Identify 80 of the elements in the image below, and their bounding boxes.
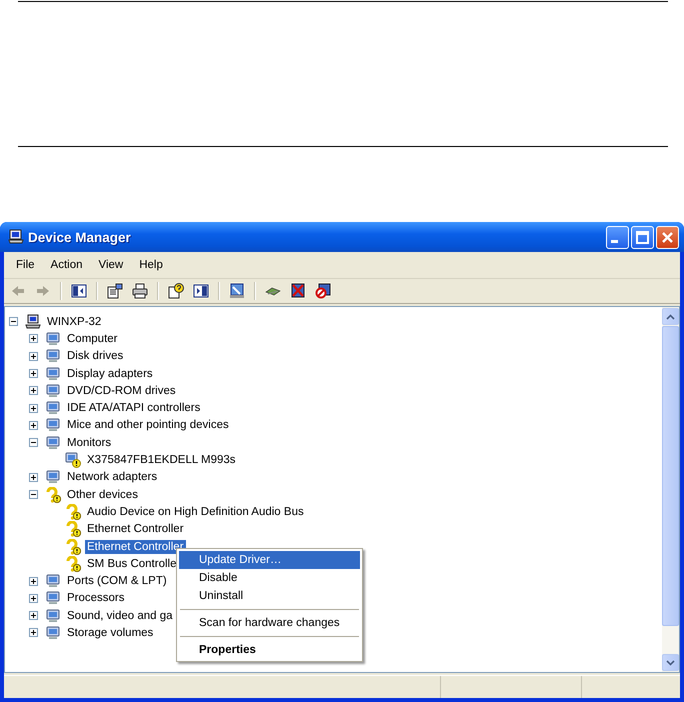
tree-item[interactable]: SM Bus Controlle [85,556,178,571]
question-mark-icon [45,486,61,503]
expand-icon[interactable] [29,369,38,378]
vertical-scrollbar[interactable] [662,307,679,672]
device-icon [45,624,61,641]
maximize-button[interactable] [631,226,654,248]
tree-item[interactable]: Ethernet Controller [85,522,186,536]
scroll-thumb[interactable] [662,326,679,626]
device-icon [45,330,61,347]
expand-icon[interactable] [29,611,38,620]
collapse-icon[interactable] [29,438,38,448]
tree-item[interactable]: Ports (COM & LPT) [65,574,169,588]
printer-icon[interactable] [132,283,148,299]
uninstall-icon[interactable] [290,283,306,299]
device-icon [45,608,61,624]
question-mark-icon [65,521,81,538]
scroll-up-button[interactable] [662,308,679,325]
menu-item[interactable]: Properties [179,641,360,659]
tree-item[interactable]: Disk drives [65,349,126,364]
device-icon [45,590,61,606]
properties-icon[interactable] [107,283,123,299]
device-icon [45,573,61,590]
tree-item[interactable]: Sound, video and ga [65,608,175,623]
menu-item[interactable]: Action [42,257,90,273]
device-icon [45,400,61,416]
tree-item[interactable]: Monitors [65,436,114,450]
menu-item[interactable]: Scan for hardware changes [179,614,360,632]
close-button[interactable] [656,226,679,248]
question-mark-icon [65,538,81,554]
tree-item[interactable]: DVD/CD-ROM drives [65,384,178,398]
tree-item[interactable]: WINXP-32 [45,314,104,329]
tree-item[interactable]: Other devices [65,488,140,502]
tree-item[interactable]: Storage volumes [65,626,156,640]
device-icon [45,417,61,434]
tree-item[interactable]: Network adapters [65,470,160,484]
expand-icon[interactable] [29,334,38,344]
tree-item[interactable]: Processors [65,591,127,606]
menu-item[interactable]: Disable [179,569,360,587]
minimize-icon [611,240,618,242]
caret-up-icon [666,314,675,320]
help-icon[interactable] [168,283,184,299]
expand-icon[interactable] [29,594,38,603]
expand-icon[interactable] [29,386,38,396]
menu-item[interactable]: Update Driver… [179,551,360,569]
device-icon [45,382,61,399]
expand-icon[interactable] [29,420,38,430]
panel-icon[interactable] [193,283,209,299]
device-icon [45,469,61,486]
question-mark-icon [65,556,81,572]
device-icon [45,434,61,451]
window-title: Device Manager [28,230,132,244]
collapse-icon[interactable] [9,317,18,326]
collapse-icon[interactable] [29,490,38,500]
menu-item[interactable]: Uninstall [179,587,360,605]
tree-item[interactable]: Mice and other pointing devices [65,418,231,432]
menu-item[interactable]: Help [131,257,171,273]
expand-icon[interactable] [29,576,38,586]
menu-item[interactable]: View [90,257,132,273]
scroll-down-button[interactable] [662,654,679,671]
disable-icon[interactable] [315,283,331,299]
device-icon [45,366,61,382]
expand-icon[interactable] [29,404,38,413]
expand-icon[interactable] [29,472,38,482]
device-icon [45,348,61,364]
question-mark-icon [65,504,81,520]
tree-item[interactable]: Ethernet Controller [85,540,186,554]
computer-icon [25,314,41,330]
tree-item[interactable]: Audio Device on High Definition Audio Bus [85,504,306,519]
tree-item[interactable]: Computer [65,332,120,346]
expand-icon[interactable] [29,352,38,361]
caret-down-icon [666,660,675,666]
expand-icon[interactable] [29,628,38,638]
warning-monitor-icon [65,452,81,468]
tree-item[interactable]: IDE ATA/ATAPI controllers [65,401,202,416]
minimize-button[interactable] [606,226,629,248]
menu-item[interactable]: File [8,257,43,273]
tree-item[interactable]: Display adapters [65,366,155,381]
tree-item[interactable]: X375847FB1EKDELL M993s [85,453,238,468]
console-tree-icon[interactable] [71,283,87,299]
computer-icon [8,229,24,245]
